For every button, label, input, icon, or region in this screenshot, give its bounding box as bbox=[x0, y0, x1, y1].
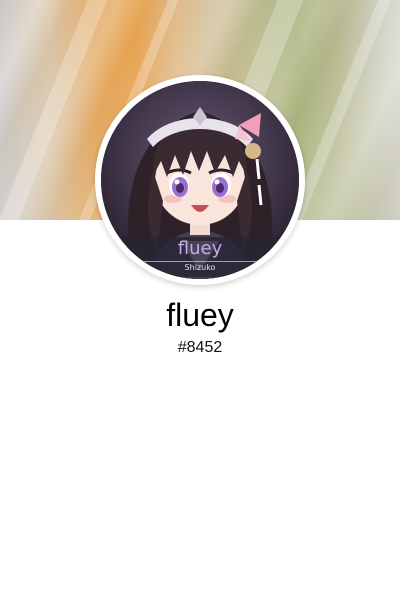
avatar-frame[interactable]: fluey Shizuko bbox=[95, 75, 305, 285]
profile-card: fluey Shizuko fluey #8452 bbox=[0, 0, 400, 600]
username: fluey bbox=[166, 297, 234, 333]
avatar-nameplate: fluey Shizuko bbox=[101, 237, 299, 277]
user-discriminator: #8452 bbox=[177, 339, 223, 356]
avatar[interactable]: fluey Shizuko bbox=[101, 81, 299, 279]
avatar-plate-name: fluey bbox=[177, 238, 223, 259]
avatar-plate-subtitle: Shizuko bbox=[184, 263, 216, 272]
